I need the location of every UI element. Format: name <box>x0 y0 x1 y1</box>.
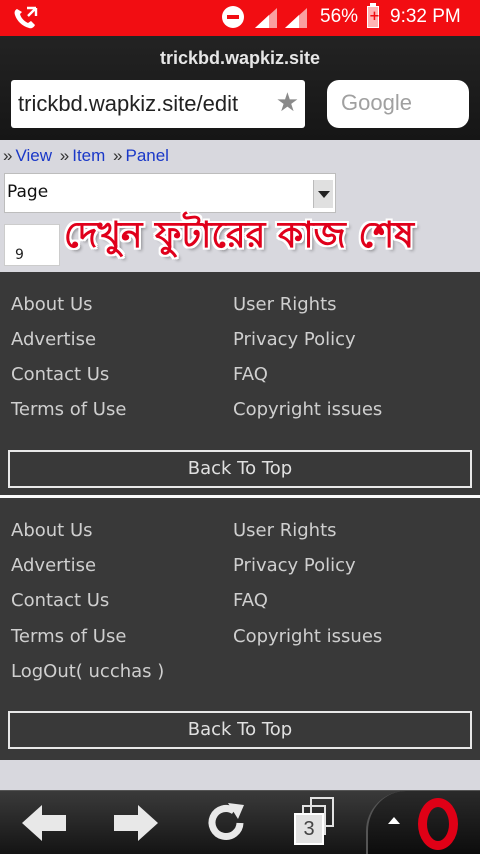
footer-link-privacy[interactable]: Privacy Policy <box>233 555 356 576</box>
do-not-disturb-icon <box>222 6 244 28</box>
forward-arrow-icon[interactable] <box>110 791 160 854</box>
bottom-toolbar: 3 <box>0 790 480 854</box>
address-bar[interactable]: trickbd.wapkiz.site/edit ★ <box>11 80 305 128</box>
web-page: » View » Item » Panel Page 9 দেখুন ফুটারের … <box>0 140 480 790</box>
clock: 9:32 PM <box>390 6 461 27</box>
back-arrow-icon[interactable] <box>20 791 70 854</box>
footer-link-contact[interactable]: Contact Us <box>11 364 109 385</box>
footer-link-terms[interactable]: Terms of Use <box>11 399 126 420</box>
overlay-caption: দেখুন ফুটারের কাজ শেষ <box>63 215 415 256</box>
footer-link-user-rights[interactable]: User Rights <box>233 294 337 315</box>
footer-section-2: About Us Advertise Contact Us Terms of U… <box>0 498 480 760</box>
footer-link-copyright[interactable]: Copyright issues <box>233 626 382 647</box>
select-value: Page <box>7 182 49 202</box>
footer-link-user-rights[interactable]: User Rights <box>233 520 337 541</box>
battery-percent: 56% <box>320 6 359 27</box>
battery-charging-icon: + <box>367 3 380 28</box>
opera-logo-icon <box>418 798 458 850</box>
bookmark-star-icon[interactable]: ★ <box>276 90 299 116</box>
page-type-select[interactable]: Page <box>4 173 336 213</box>
footer-link-contact[interactable]: Contact Us <box>11 590 109 611</box>
address-text[interactable]: trickbd.wapkiz.site/edit <box>18 91 268 117</box>
footer-link-advertise[interactable]: Advertise <box>11 329 96 350</box>
search-box[interactable] <box>327 80 469 128</box>
footer-link-faq[interactable]: FAQ <box>233 364 268 385</box>
footer-link-privacy[interactable]: Privacy Policy <box>233 329 356 350</box>
phone-call-icon <box>14 6 38 29</box>
footer-link-terms[interactable]: Terms of Use <box>11 626 126 647</box>
back-to-top-button[interactable]: Back To Top <box>8 711 472 749</box>
logout-link[interactable]: LogOut( ucchas ) <box>11 661 164 682</box>
search-input[interactable] <box>341 90 461 116</box>
back-to-top-button[interactable]: Back To Top <box>8 450 472 488</box>
breadcrumb-view[interactable]: View <box>15 146 52 165</box>
signal-icon <box>285 8 307 28</box>
reload-icon[interactable] <box>200 791 252 854</box>
signal-icon <box>255 8 277 28</box>
breadcrumb-panel[interactable]: Panel <box>125 146 168 165</box>
chevron-up-icon <box>388 817 400 824</box>
footer-link-about[interactable]: About Us <box>11 294 93 315</box>
breadcrumb-item[interactable]: Item <box>72 146 105 165</box>
page-title: trickbd.wapkiz.site <box>159 48 321 68</box>
footer-section-1: About Us Advertise Contact Us Terms of U… <box>0 272 480 495</box>
opera-menu-button[interactable] <box>366 791 480 854</box>
status-bar: 56% + 9:32 PM <box>0 0 480 36</box>
tab-count[interactable]: 3 <box>294 813 324 845</box>
footer-link-faq[interactable]: FAQ <box>233 590 268 611</box>
browser-toolbar: trickbd.wapkiz.site trickbd.wapkiz.site/… <box>0 36 480 140</box>
breadcrumb: » View » Item » Panel <box>3 146 169 165</box>
footer-link-about[interactable]: About Us <box>11 520 93 541</box>
footer-link-advertise[interactable]: Advertise <box>11 555 96 576</box>
footer-link-copyright[interactable]: Copyright issues <box>233 399 382 420</box>
dropdown-arrow-icon[interactable] <box>313 180 333 208</box>
